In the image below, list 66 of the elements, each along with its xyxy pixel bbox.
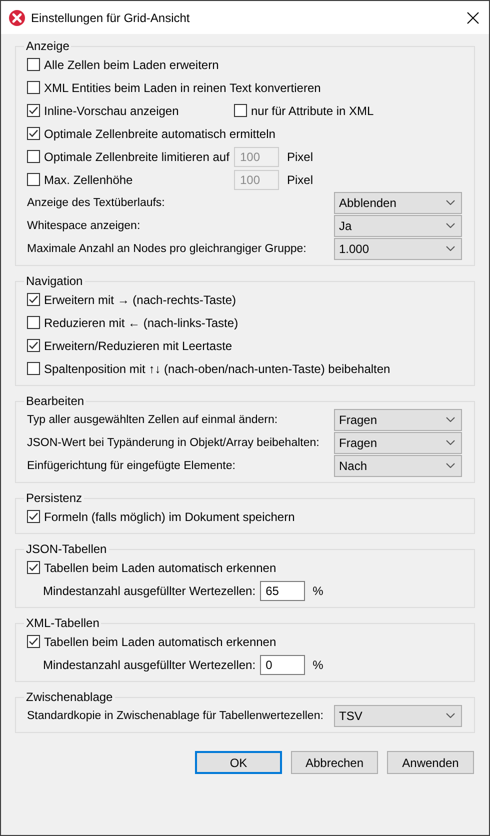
- checkbox-label[interactable]: XML Entities beim Laden in reinen Text konvertieren: [44, 80, 321, 94]
- group-title: Bearbeiten: [25, 394, 86, 408]
- checkbox-label[interactable]: Formeln (falls möglich) im Dokument speichern: [44, 510, 295, 524]
- checkbox-label[interactable]: Tabellen beim Laden automatisch erkennen: [44, 634, 276, 648]
- field-label: Mindestanzahl ausgefüllter Wertezellen:: [43, 658, 256, 672]
- dropdown[interactable]: Fragen: [334, 408, 462, 430]
- chevron-icon: [446, 223, 455, 228]
- checkbox[interactable]: [234, 104, 247, 117]
- checkbox-label[interactable]: Erweitern mit → (nach-rechts-Taste): [44, 292, 236, 306]
- checkbox-label[interactable]: Spaltenposition mit ↑↓ (nach-oben/nach-unten-Taste) beibehalten: [44, 362, 390, 376]
- checkbox-label[interactable]: Tabellen beim Laden automatisch erkennen: [44, 560, 276, 574]
- checkbox[interactable]: [27, 316, 40, 329]
- window-title: Einstellungen für Grid-Ansicht: [31, 10, 191, 24]
- field-label: JSON-Wert bei Typänderung in Objekt/Array beibehalten:: [27, 436, 320, 448]
- number-field[interactable]: 65: [260, 580, 305, 600]
- group-title: Anzeige: [25, 39, 70, 53]
- field-label: Standardkopie in Zwischenablage für Tabellenwertezellen:: [27, 710, 324, 722]
- dialog-button[interactable]: OK: [195, 751, 282, 774]
- app-logo-icon: [9, 10, 25, 26]
- field-label: Typ aller ausgewählten Zellen auf einmal ändern:: [27, 414, 279, 426]
- checkbox[interactable]: [27, 58, 40, 71]
- checkbox-label[interactable]: Optimale Zellenbreite automatisch ermitteln: [44, 126, 276, 140]
- checkbox[interactable]: [27, 362, 40, 375]
- checkbox[interactable]: [27, 339, 40, 352]
- dialog-button[interactable]: Abbrechen: [291, 751, 378, 774]
- dropdown[interactable]: Ja: [334, 214, 462, 236]
- field-label: Maximale Anzahl an Nodes pro gleichrangiger Gruppe:: [27, 242, 308, 254]
- checkbox[interactable]: [27, 635, 40, 648]
- checkbox-label[interactable]: Erweitern/Reduzieren mit Leertaste: [44, 338, 232, 352]
- field-label: Einfügerichtung für eingefügte Elemente:: [27, 460, 236, 472]
- checkbox[interactable]: [27, 104, 40, 117]
- chevron-icon: [446, 246, 455, 251]
- group-title: Navigation: [25, 274, 84, 288]
- checkbox[interactable]: [27, 510, 40, 523]
- field-label: Whitespace anzeigen:: [27, 220, 142, 232]
- checkbox-label[interactable]: Inline-Vorschau anzeigen: [44, 104, 179, 118]
- chevron-icon: [446, 713, 455, 718]
- checkbox-label[interactable]: nur für Attribute in XML: [251, 104, 374, 118]
- chevron-icon: [446, 200, 455, 205]
- unit-label: %: [312, 584, 324, 598]
- group-title: Persistenz: [25, 491, 84, 505]
- dropdown[interactable]: Abblenden: [334, 192, 462, 214]
- group-title: XML-Tabellen: [25, 616, 100, 630]
- dialog-button[interactable]: Anwenden: [387, 751, 474, 774]
- chevron-icon: [446, 463, 455, 468]
- dropdown[interactable]: Fragen: [334, 432, 462, 454]
- field-label: Anzeige des Textüberlaufs:: [27, 196, 166, 208]
- dropdown[interactable]: Nach: [334, 454, 462, 476]
- checkbox[interactable]: [27, 293, 40, 306]
- checkbox[interactable]: [27, 561, 40, 574]
- field-label: Mindestanzahl ausgefüllter Wertezellen:: [43, 584, 256, 598]
- number-field[interactable]: 0: [260, 654, 305, 674]
- checkbox[interactable]: [27, 127, 40, 140]
- chevron-icon: [446, 440, 455, 445]
- dropdown[interactable]: 1.000: [334, 238, 462, 260]
- checkbox-label[interactable]: Reduzieren mit ← (nach-links-Taste): [44, 316, 238, 330]
- close-icon[interactable]: [467, 12, 479, 24]
- checkbox-label[interactable]: Alle Zellen beim Laden erweitern: [44, 58, 219, 72]
- chevron-icon: [446, 417, 455, 422]
- group-title: JSON-Tabellen: [25, 542, 108, 556]
- unit-label: Pixel: [287, 172, 314, 186]
- dropdown[interactable]: TSV: [334, 704, 462, 726]
- checkbox[interactable]: [27, 81, 40, 94]
- group-title: Zwischenablage: [25, 690, 114, 704]
- unit-label: %: [312, 658, 324, 672]
- unit-label: Pixel: [287, 150, 314, 164]
